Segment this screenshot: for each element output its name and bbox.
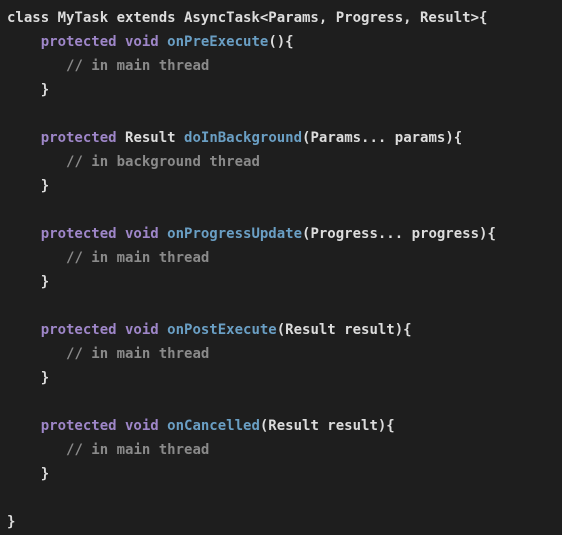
code-token: Result (125, 130, 185, 146)
method-name-token: onPostExecute (167, 322, 277, 338)
code-line: class MyTask extends AsyncTask<Params, P… (7, 6, 562, 30)
method-name-token: onCancelled (167, 418, 260, 434)
keyword-token: protected void (40, 226, 168, 242)
keyword-token: protected void (40, 418, 168, 434)
code-line: } (7, 366, 562, 390)
comment-token: // in main thread (66, 58, 210, 74)
code-line: protected void onProgressUpdate(Progress… (7, 222, 562, 246)
code-line: // in main thread (7, 438, 562, 462)
code-token: } (7, 178, 50, 194)
code-token: (Result result){ (276, 322, 412, 338)
code-token: } (7, 82, 50, 98)
code-line: protected Result doInBackground(Params..… (7, 126, 562, 150)
code-line: } (7, 270, 562, 294)
keyword-token: protected void (40, 34, 168, 50)
method-name-token: onProgressUpdate (167, 226, 303, 242)
code-token: } (7, 466, 50, 482)
code-line: protected void onPreExecute(){ (7, 30, 562, 54)
code-block: class MyTask extends AsyncTask<Params, P… (0, 0, 562, 535)
code-line: // in main thread (7, 342, 562, 366)
code-line: // in main thread (7, 246, 562, 270)
keyword-token: protected (40, 130, 126, 146)
code-line: protected void onPostExecute(Result resu… (7, 318, 562, 342)
code-token: (Result result){ (259, 418, 395, 434)
code-line: } (7, 510, 562, 534)
code-token: class MyTask extends AsyncTask<Params, P… (7, 10, 488, 26)
code-token: (Progress... progress){ (302, 226, 496, 242)
comment-token: // in main thread (66, 442, 210, 458)
code-token: (){ (268, 34, 294, 50)
code-line: // in background thread (7, 150, 562, 174)
keyword-token: protected void (40, 322, 168, 338)
code-token: } (7, 274, 50, 290)
code-token: (Params... params){ (302, 130, 463, 146)
code-line: } (7, 78, 562, 102)
code-line: // in main thread (7, 54, 562, 78)
code-line: protected void onCancelled(Result result… (7, 414, 562, 438)
code-token: } (7, 514, 16, 530)
method-name-token: onPreExecute (167, 34, 269, 50)
comment-token: // in main thread (66, 250, 210, 266)
comment-token: // in background thread (66, 154, 260, 170)
code-token: } (7, 370, 50, 386)
code-line: } (7, 174, 562, 198)
code-line: } (7, 462, 562, 486)
method-name-token: doInBackground (184, 130, 303, 146)
comment-token: // in main thread (66, 346, 210, 362)
